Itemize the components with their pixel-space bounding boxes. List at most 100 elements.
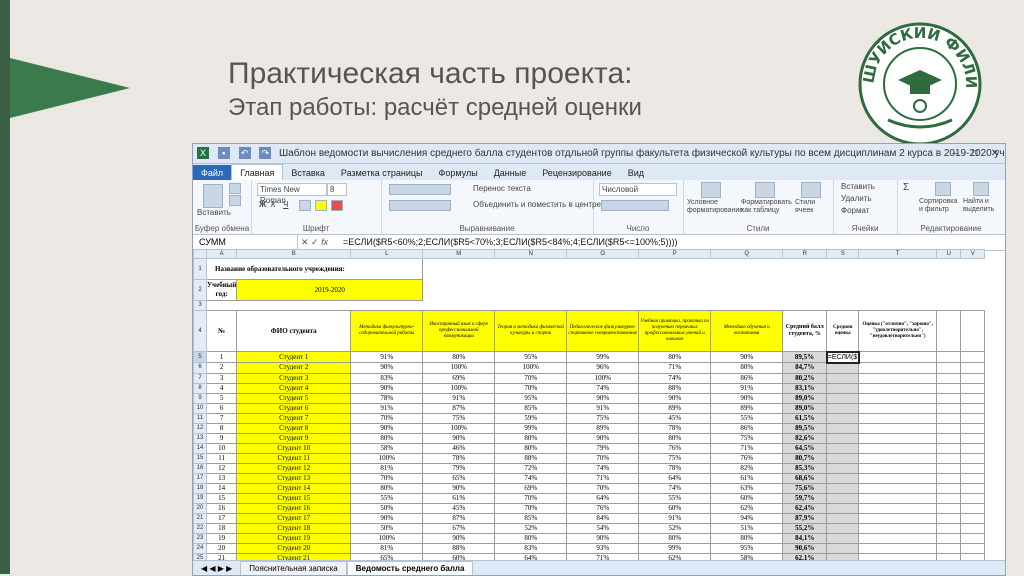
student-name-cell[interactable]: Студент 17 — [236, 512, 352, 524]
score-cell[interactable]: 70% — [494, 492, 568, 504]
score-cell[interactable]: 75% — [638, 452, 712, 464]
score-cell[interactable]: 45% — [422, 502, 496, 514]
score-cell[interactable]: 90% — [350, 512, 424, 524]
average-cell[interactable]: 84,1% — [782, 532, 828, 544]
score-cell[interactable]: 91% — [422, 392, 496, 404]
empty-cell[interactable] — [960, 310, 986, 352]
empty-cell[interactable] — [936, 402, 962, 414]
score-cell[interactable]: 87% — [422, 402, 496, 414]
score-cell[interactable]: 95% — [710, 542, 784, 554]
paste-icon[interactable] — [203, 184, 223, 208]
underline-button[interactable]: Ч — [283, 200, 288, 209]
student-number-cell[interactable]: 12 — [205, 462, 238, 474]
empty-cell[interactable] — [960, 462, 986, 474]
score-cell[interactable]: 85% — [494, 512, 568, 524]
score-cell[interactable]: 100% — [350, 452, 424, 464]
student-number-cell[interactable]: 17 — [205, 512, 238, 524]
empty-cell[interactable] — [960, 452, 986, 464]
score-cell[interactable]: 91% — [350, 402, 424, 414]
bold-button[interactable]: Ж — [259, 200, 266, 209]
score-cell[interactable]: 88% — [494, 452, 568, 464]
row-header[interactable]: 5 — [193, 351, 207, 363]
row-header[interactable]: 8 — [193, 382, 207, 394]
student-name-cell[interactable]: Студент 10 — [236, 442, 352, 454]
score-cell[interactable]: 95% — [494, 392, 568, 404]
score-cell[interactable]: 100% — [422, 422, 496, 434]
score-cell[interactable]: 84% — [566, 512, 640, 524]
empty-cell[interactable] — [960, 532, 986, 544]
empty-cell[interactable] — [936, 512, 962, 524]
empty-cell[interactable] — [936, 310, 962, 352]
average-cell[interactable]: 83,1% — [782, 382, 828, 394]
score-cell[interactable]: 52% — [494, 522, 568, 534]
tab-home[interactable]: Главная — [231, 164, 284, 181]
empty-cell[interactable] — [960, 412, 986, 424]
student-name-cell[interactable]: Студент 3 — [236, 372, 352, 384]
column-header[interactable]: T — [858, 249, 938, 259]
close-icon[interactable]: ✕ — [985, 144, 1005, 163]
format-cells-button[interactable]: Формат — [841, 206, 869, 215]
conditional-format-icon[interactable] — [701, 182, 721, 198]
number-format-select[interactable]: Числовой — [599, 183, 677, 196]
empty-cell[interactable] — [936, 502, 962, 514]
score-cell[interactable]: 80% — [710, 362, 784, 374]
grade-text-cell[interactable] — [858, 472, 938, 484]
score-cell[interactable]: 55% — [710, 412, 784, 424]
score-cell[interactable]: 76% — [638, 442, 712, 454]
font-name-select[interactable]: Times New Roman — [257, 183, 327, 205]
empty-cell[interactable] — [936, 542, 962, 554]
student-name-cell[interactable]: Студент 12 — [236, 462, 352, 474]
score-cell[interactable]: 74% — [494, 472, 568, 484]
grade-text-cell[interactable] — [858, 522, 938, 534]
empty-cell[interactable] — [936, 522, 962, 534]
score-cell[interactable]: 46% — [422, 442, 496, 454]
average-cell[interactable]: 89,0% — [782, 402, 828, 414]
average-cell[interactable]: 85,3% — [782, 462, 828, 474]
score-cell[interactable]: 91% — [566, 402, 640, 414]
student-number-cell[interactable]: 7 — [205, 412, 238, 424]
redo-icon[interactable]: ↷ — [259, 147, 272, 159]
score-cell[interactable]: 74% — [638, 372, 712, 384]
empty-cell[interactable] — [936, 412, 962, 424]
row-header[interactable]: 15 — [193, 452, 207, 464]
score-cell[interactable]: 100% — [350, 532, 424, 544]
subject-header[interactable]: Учебная практика, практика по получению … — [638, 310, 712, 352]
empty-cell[interactable] — [936, 432, 962, 444]
format-table-icon[interactable] — [755, 182, 775, 198]
score-cell[interactable]: 87% — [422, 512, 496, 524]
score-cell[interactable]: 100% — [422, 362, 496, 374]
average-cell[interactable]: 84,7% — [782, 362, 828, 374]
row-header[interactable]: 1 — [193, 258, 207, 280]
institution-label[interactable]: Название образовательного учреждения: — [205, 258, 424, 280]
score-cell[interactable]: 100% — [422, 382, 496, 394]
score-cell[interactable]: 60% — [638, 502, 712, 514]
score-cell[interactable]: 95% — [494, 351, 568, 363]
average-cell[interactable]: 90,6% — [782, 542, 828, 554]
score-cell[interactable]: 69% — [422, 372, 496, 384]
undo-icon[interactable]: ↶ — [238, 147, 251, 159]
subject-header[interactable]: Теория и методика физической культуры и … — [494, 310, 568, 352]
student-number-cell[interactable]: 20 — [205, 542, 238, 554]
subject-header[interactable]: Методика обучения и воспитания — [710, 310, 784, 352]
column-header[interactable]: A — [205, 249, 238, 259]
empty-cell[interactable] — [936, 442, 962, 454]
avg-header[interactable]: Средний балл студента, % — [782, 310, 828, 352]
grade-text-cell[interactable] — [858, 372, 938, 384]
score-cell[interactable]: 93% — [566, 542, 640, 554]
score-cell[interactable]: 67% — [422, 522, 496, 534]
score-cell[interactable]: 80% — [638, 532, 712, 544]
score-cell[interactable]: 76% — [710, 452, 784, 464]
grade-text-cell[interactable] — [858, 532, 938, 544]
grade-cell[interactable] — [826, 392, 860, 404]
grade-cell[interactable] — [826, 362, 860, 374]
score-cell[interactable]: 74% — [638, 482, 712, 494]
student-name-cell[interactable]: Студент 15 — [236, 492, 352, 504]
grade-cell[interactable] — [826, 482, 860, 494]
empty-cell[interactable] — [936, 462, 962, 474]
score-cell[interactable]: 54% — [566, 522, 640, 534]
score-cell[interactable]: 55% — [350, 492, 424, 504]
column-header[interactable]: R — [782, 249, 828, 259]
score-cell[interactable]: 91% — [350, 351, 424, 363]
score-cell[interactable]: 70% — [350, 412, 424, 424]
score-cell[interactable]: 61% — [710, 472, 784, 484]
